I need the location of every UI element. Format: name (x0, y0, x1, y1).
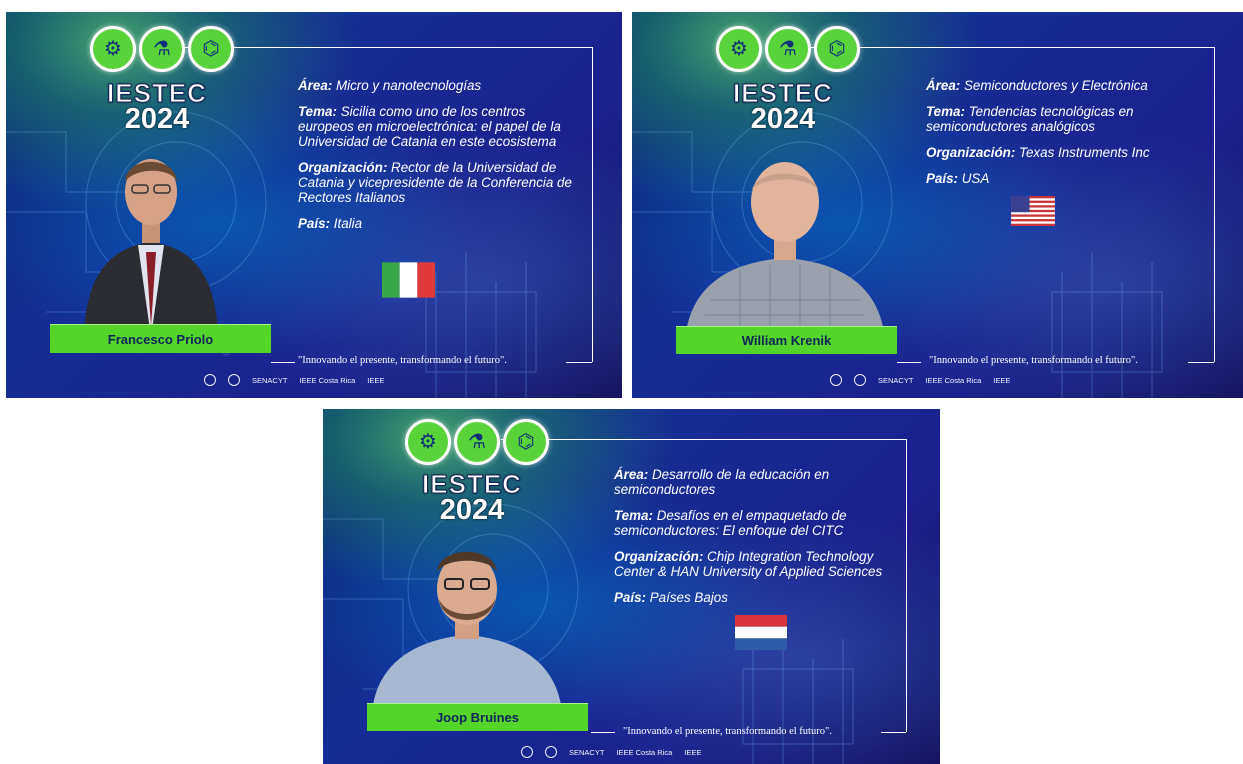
pais-value: Italia (333, 216, 363, 231)
pais-label: País: (926, 171, 959, 186)
person-silhouette (685, 162, 885, 340)
speaker-info: Área: Desarrollo de la educación en semi… (614, 467, 902, 616)
area-label: Área: (298, 78, 333, 93)
gear-icon: ⚙ (716, 26, 762, 72)
sponsor-ieee: IEEE (993, 375, 1011, 385)
usa-flag (1011, 196, 1055, 226)
iestec-logo: IESTEC 2024 (417, 471, 527, 526)
organizacion-value: Texas Instruments Inc (1019, 145, 1150, 160)
logo-line2: 2024 (124, 102, 190, 135)
sponsor-row: SENACYT IEEE Costa Rica IEEE (830, 374, 1010, 386)
tema-label: Tema: (614, 508, 653, 523)
netherlands-flag (735, 615, 787, 650)
pais-value: USA (961, 171, 990, 186)
area-line: Área: Micro y nanotecnologías (298, 78, 583, 93)
lab-flask-icon: ⚗ (454, 419, 500, 465)
seal-icon (830, 374, 842, 386)
logo-line2: 2024 (439, 493, 505, 526)
badge-row: ⚙ ⚗ ⌬ (90, 26, 234, 72)
emblem-icon (854, 374, 866, 386)
tema-line: Tema: Sicilia como uno de los centros eu… (298, 104, 583, 149)
speaker-name: Francesco Priolo (107, 331, 214, 347)
sponsor-senacyt: SENACYT (569, 747, 605, 757)
speaker-name-bar: Francesco Priolo (50, 324, 271, 353)
pais-label: País: (614, 590, 647, 605)
iestec-logo: IESTEC 2024 (102, 80, 212, 135)
speaker-name: Joop Bruines (435, 710, 520, 725)
organizacion-label: Organización: (926, 145, 1016, 160)
area-value: Micro y nanotecnologías (335, 78, 482, 93)
badge-row: ⚙ ⚗ ⌬ (405, 419, 549, 465)
gear-icon: ⚙ (90, 26, 136, 72)
speaker-name: William Krenik (741, 333, 832, 348)
sponsor-senacyt: SENACYT (878, 375, 914, 385)
speaker-photo (76, 137, 226, 337)
sponsor-row: SENACYT IEEE Costa Rica IEEE (521, 746, 701, 758)
sponsor-row: SENACYT IEEE Costa Rica IEEE (204, 374, 384, 386)
speaker-info: Área: Semiconductores y Electrónica Tema… (926, 78, 1206, 197)
slogan: "Innovando el presente, transformando el… (929, 355, 1138, 366)
pais-label: País: (298, 216, 331, 231)
area-value: Semiconductores y Electrónica (963, 78, 1148, 93)
pais-line: País: Italia (298, 216, 583, 231)
organizacion-label: Organización: (298, 160, 388, 175)
area-line: Área: Desarrollo de la educación en semi… (614, 467, 902, 497)
speaker-photo (367, 527, 567, 712)
pais-line: País: USA (926, 171, 1206, 186)
emblem-icon (228, 374, 240, 386)
speaker-name-bar: William Krenik (676, 326, 897, 354)
area-line: Área: Semiconductores y Electrónica (926, 78, 1206, 93)
sponsor-ieee-cr: IEEE Costa Rica (925, 375, 982, 385)
lab-flask-icon: ⚗ (139, 26, 185, 72)
circuit-icon: ⌬ (503, 419, 549, 465)
person-silhouette (84, 159, 218, 337)
iestec-logo: IESTEC 2024 (728, 80, 838, 135)
tema-label: Tema: (298, 104, 337, 119)
tema-line: Tema: Tendencias tecnológicas en semicon… (926, 104, 1206, 134)
organizacion-line: Organización: Chip Integration Technolog… (614, 549, 902, 579)
speaker-info: Área: Micro y nanotecnologías Tema: Sici… (298, 78, 583, 242)
logo-line2: 2024 (750, 102, 816, 135)
gear-icon: ⚙ (405, 419, 451, 465)
speaker-card-priolo: ⚙ ⚗ ⌬ IESTEC 2024 Francesco Priolo Área:… (6, 12, 622, 398)
tema-value: Sicilia como uno de los centros europeos… (298, 104, 561, 149)
speaker-photo (680, 140, 890, 340)
seal-icon (204, 374, 216, 386)
tema-line: Tema: Desafíos en el empaquetado de semi… (614, 508, 902, 538)
speaker-card-bruines: ⚙ ⚗ ⌬ IESTEC 2024 Joop Bruines Área: Des… (323, 409, 940, 764)
organizacion-label: Organización: (614, 549, 704, 564)
sponsor-ieee-cr: IEEE Costa Rica (616, 747, 673, 757)
pais-line: País: Países Bajos (614, 590, 902, 605)
circuit-icon: ⌬ (188, 26, 234, 72)
speaker-card-krenik: ⚙ ⚗ ⌬ IESTEC 2024 William Krenik Área: S… (632, 12, 1243, 398)
circuit-icon: ⌬ (814, 26, 860, 72)
tema-label: Tema: (926, 104, 965, 119)
area-label: Área: (926, 78, 961, 93)
speaker-name-bar: Joop Bruines (367, 703, 588, 731)
pais-value: Países Bajos (649, 590, 728, 605)
organizacion-line: Organización: Rector de la Universidad d… (298, 160, 583, 205)
sponsor-senacyt: SENACYT (252, 375, 288, 385)
emblem-icon (545, 746, 557, 758)
slogan: "Innovando el presente, transformando el… (298, 355, 507, 366)
badge-row: ⚙ ⚗ ⌬ (716, 26, 860, 72)
slogan: "Innovando el presente, transformando el… (623, 726, 832, 737)
lab-flask-icon: ⚗ (765, 26, 811, 72)
person-silhouette (372, 551, 562, 712)
seal-icon (521, 746, 533, 758)
area-label: Área: (614, 467, 649, 482)
sponsor-ieee: IEEE (367, 375, 385, 385)
sponsor-ieee-cr: IEEE Costa Rica (299, 375, 356, 385)
sponsor-ieee: IEEE (684, 747, 702, 757)
organizacion-line: Organización: Texas Instruments Inc (926, 145, 1206, 160)
italy-flag (382, 262, 435, 298)
